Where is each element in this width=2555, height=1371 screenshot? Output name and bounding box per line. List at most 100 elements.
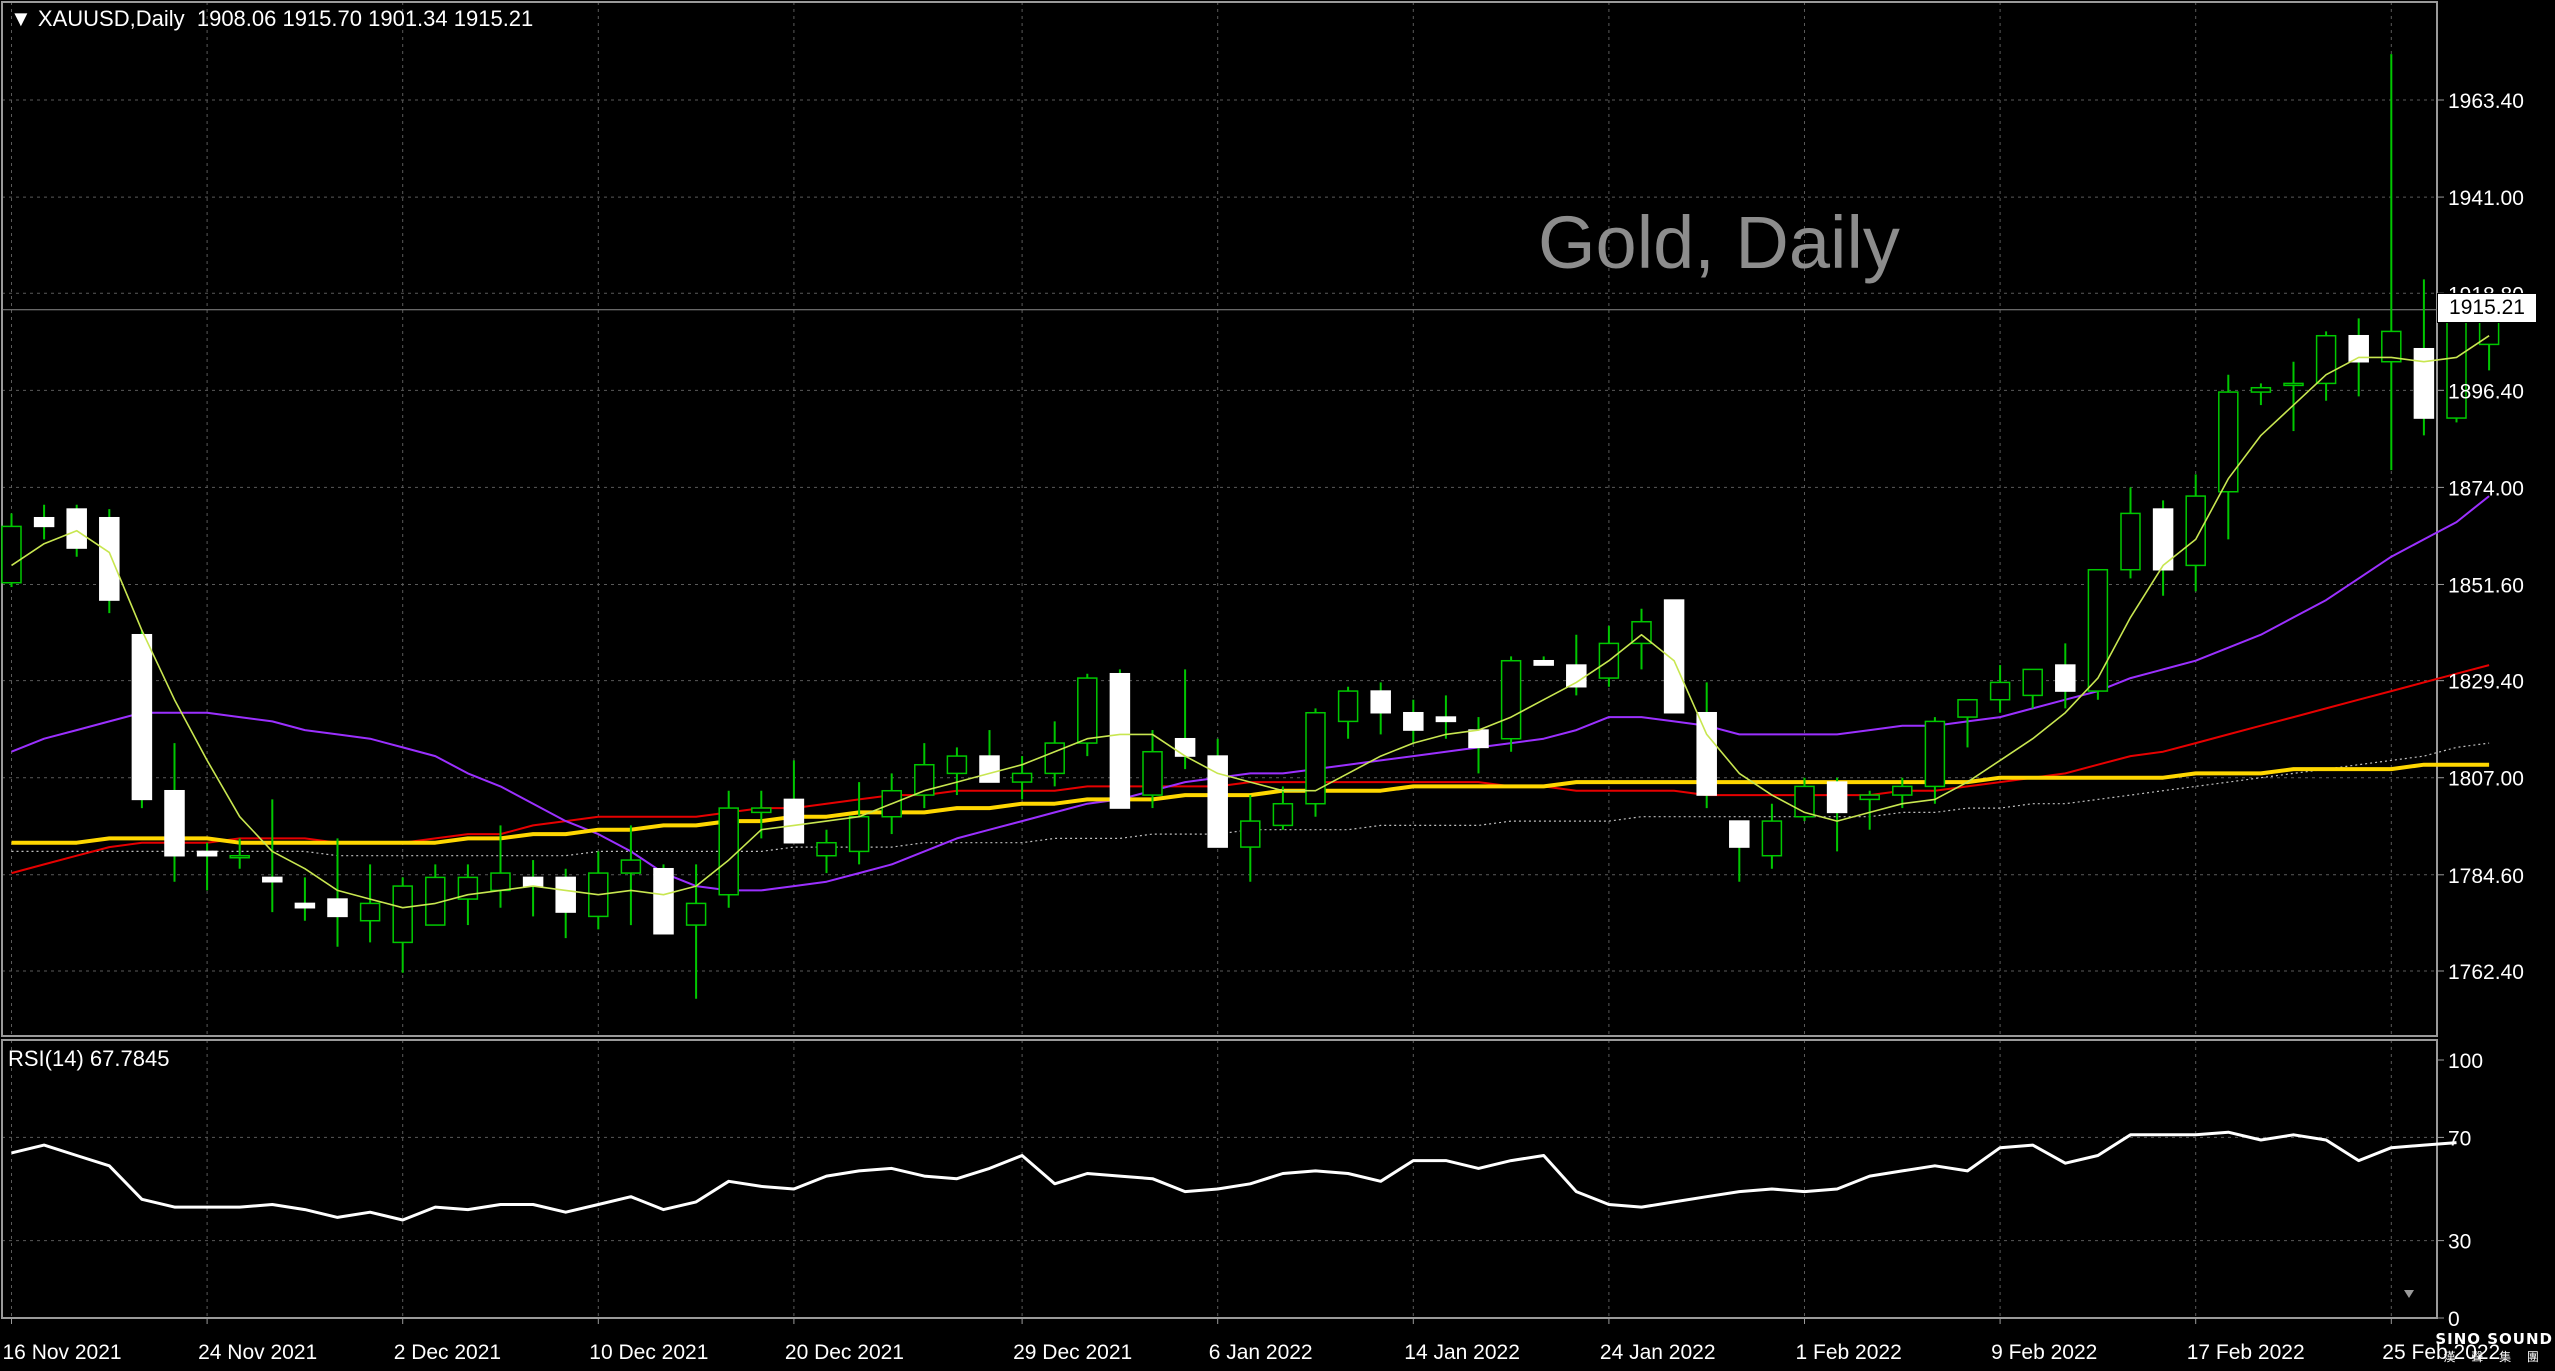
candle[interactable] [946,747,968,796]
candle-body [2120,512,2141,571]
candle-body [653,867,674,935]
sino-sound-logo: SINO SOUND 漢 聲 集 團 [2435,1330,2553,1365]
candle[interactable] [1,513,22,588]
triangle-down-icon[interactable]: ▼ [10,6,32,31]
candle[interactable] [1077,673,1098,757]
candle[interactable] [1240,795,1261,882]
price-axis: 1762.40 1784.60 1807.00 1829.40 1851.60 1874.… [2438,90,2524,984]
candle[interactable] [425,864,446,926]
candle[interactable] [979,730,1000,783]
candle[interactable] [848,782,870,865]
chart-shift-marker-icon[interactable] [2404,1290,2414,1298]
candle-body [196,850,218,857]
candle[interactable] [2185,474,2206,592]
candle[interactable] [1337,686,1359,739]
candle[interactable] [1305,708,1326,817]
candle[interactable] [2218,374,2239,540]
candle[interactable] [1957,698,1978,748]
candle-body [1403,711,1424,731]
candle-body [359,902,381,922]
candle[interactable] [164,743,185,882]
rsi-header: RSI(14) 67.7845 [8,1046,170,1071]
candle-body [2250,386,2272,393]
candle[interactable] [294,877,316,921]
candle[interactable] [196,842,218,891]
candle[interactable] [2283,361,2304,432]
candle[interactable] [2087,568,2109,700]
candle[interactable] [2381,54,2402,471]
candle-body [2055,664,2076,692]
logo-line2: 漢 聲 集 團 [2443,1350,2545,1364]
candle-body [1174,737,1196,757]
time-tick-label: 24 Nov 2021 [198,1341,317,1364]
candle[interactable] [1729,820,1750,882]
candle[interactable] [131,630,153,809]
candle-body [164,789,185,857]
candle[interactable] [1174,669,1196,770]
price-tick-label: 1807.00 [2448,768,2524,791]
candle[interactable] [588,851,609,930]
candle-body [718,807,739,896]
candle-body [1696,711,1717,796]
candle-body [2413,347,2435,419]
candle[interactable] [1533,656,1554,666]
candle[interactable] [751,790,772,839]
candle[interactable] [1435,695,1457,739]
candle[interactable] [2152,500,2174,596]
candle[interactable] [1142,730,1163,809]
candle[interactable] [653,864,674,935]
candle-body [522,876,544,887]
candle-body [392,885,413,944]
candle[interactable] [2413,279,2435,436]
candle[interactable] [522,860,544,917]
current-price-label: 1915.21 [2437,293,2537,323]
candle[interactable] [1403,699,1424,744]
candle[interactable] [1761,803,1783,869]
grid [2,2,2437,1318]
candle-body [1729,820,1750,848]
price-panel-frame [1,1,2438,1037]
candle[interactable] [685,864,707,999]
candle[interactable] [359,864,381,943]
price-tick-label: 1829.40 [2448,671,2524,694]
time-tick-label: 16 Nov 2021 [3,1341,122,1364]
rsi-tick-label: 70 [2448,1127,2471,1150]
candle[interactable] [1500,656,1522,752]
candle[interactable] [1109,669,1131,809]
candle[interactable] [1826,777,1848,852]
candle[interactable] [1370,682,1391,735]
rsi-panel-frame [1,1039,2438,1319]
symbol-header: ▼ XAUUSD,Daily 1908.06 1915.70 1901.34 1… [10,6,533,32]
candle-body [262,876,283,883]
candle-body [131,633,153,801]
candle[interactable] [392,877,413,973]
candle[interactable] [816,829,837,874]
candle[interactable] [1989,665,2011,713]
candle[interactable] [2022,668,2043,709]
candle-body [2283,382,2304,387]
candle-body [1566,664,1587,688]
candle[interactable] [99,509,120,614]
candle-body [1500,659,1522,740]
candle-body [1011,772,1033,783]
candle-body [1044,742,1065,775]
candle[interactable] [914,743,935,809]
candle[interactable] [555,868,576,939]
rsi-line [11,1130,2457,1222]
panel-frames [1,1,2438,1319]
candle[interactable] [33,504,55,540]
candle[interactable] [783,760,805,844]
candle[interactable] [1468,717,1489,774]
candle[interactable] [1696,682,1717,809]
candle-body [294,902,316,909]
candle[interactable] [2250,383,2272,406]
candle-body [1240,820,1261,848]
price-tick-label: 1762.40 [2448,961,2524,984]
candle[interactable] [620,825,642,926]
candle[interactable] [718,790,739,908]
chart-canvas[interactable]: 1762.40 1784.60 1807.00 1829.40 1851.60 1874.… [0,0,2555,1371]
candle[interactable] [1207,738,1228,848]
candle[interactable] [2120,487,2141,579]
candle-body [1468,729,1489,749]
candle-body [685,902,707,926]
